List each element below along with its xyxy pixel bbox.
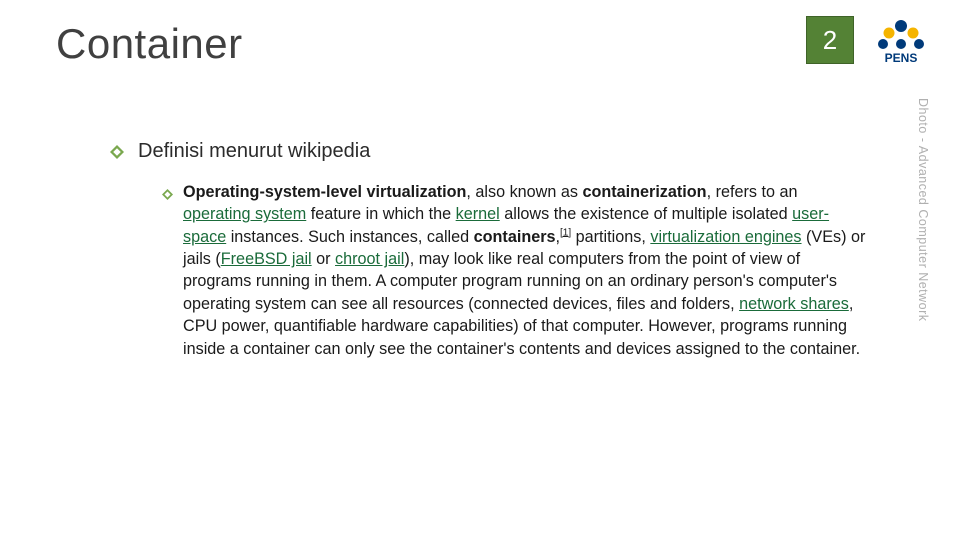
text: feature in which the [306,205,455,223]
content-area: Definisi menurut wikipedia Operating-sys… [110,140,874,360]
text: partitions, [571,228,650,246]
definition-text: Operating-system-level virtualization, a… [183,181,867,360]
text-bold: containerization [582,183,706,201]
institution-logo: PENS [868,14,934,66]
side-label: Dhoto - Advanced Computer Network [916,98,930,322]
link-network-shares[interactable]: network shares [739,295,849,313]
bullet-1-label: Definisi menurut wikipedia [138,140,370,163]
link-freebsd-jail[interactable]: FreeBSD jail [221,250,312,268]
text: allows the existence of multiple isolate… [500,205,792,223]
link-operating-system[interactable]: operating system [183,205,306,223]
logo-text: PENS [885,51,918,65]
text: , refers to an [707,183,798,201]
text: instances. Such instances, called [226,228,473,246]
slide: Container 2 PENS Dhoto - Advanced Comput… [0,0,960,540]
page-number: 2 [823,25,837,56]
slide-title: Container [56,20,243,68]
text-bold: Operating-system-level virtualization [183,183,466,201]
diamond-bullet-icon [110,145,124,159]
link-virtualization-engines[interactable]: virtualization engines [650,228,801,246]
diamond-bullet-icon [162,187,173,198]
link-kernel[interactable]: kernel [456,205,500,223]
title-bar: Container [56,20,243,68]
text: , also known as [466,183,582,201]
text: or [312,250,335,268]
bullet-level-2: Operating-system-level virtualization, a… [162,181,874,360]
link-chroot-jail[interactable]: chroot jail [335,250,404,268]
text-bold: containers [474,228,556,246]
bullet-level-1: Definisi menurut wikipedia [110,140,874,163]
citation-1[interactable]: [1] [560,227,571,238]
page-number-box: 2 [806,16,854,64]
